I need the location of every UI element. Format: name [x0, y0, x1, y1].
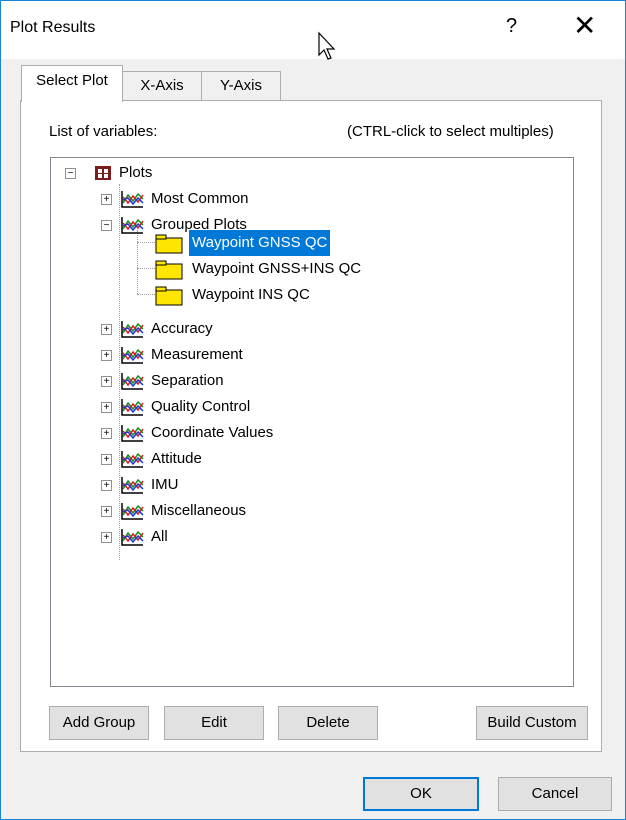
chart-group-icon — [121, 425, 144, 442]
tree-node-label: All — [151, 528, 168, 545]
chart-group-icon — [121, 347, 144, 364]
expand-icon[interactable]: + — [101, 376, 112, 387]
chart-group-icon — [121, 451, 144, 468]
expand-icon[interactable]: + — [101, 350, 112, 361]
variables-tree[interactable]: − Plots + Most Common − Grouped Plots + Accur… — [50, 157, 574, 687]
expand-icon[interactable]: + — [101, 402, 112, 413]
tree-node-label: Miscellaneous — [151, 502, 247, 519]
tab-select-plot[interactable]: Select Plot — [21, 65, 123, 102]
chart-group-icon — [121, 217, 144, 234]
tree-node-label: Separation — [151, 372, 224, 389]
tree-node-label: IMU — [151, 476, 179, 493]
folder-icon — [155, 286, 183, 306]
folder-icon — [155, 260, 183, 280]
expand-icon[interactable]: + — [101, 480, 112, 491]
list-of-variables-label: List of variables: — [49, 123, 158, 140]
cancel-button[interactable]: Cancel — [498, 777, 612, 811]
plots-root-icon — [95, 166, 111, 180]
tree-node-label: Attitude — [151, 450, 202, 467]
tree-node-label: Waypoint GNSS QC — [189, 230, 331, 256]
edit-button[interactable]: Edit — [164, 706, 264, 740]
delete-button[interactable]: Delete — [278, 706, 378, 740]
expand-icon[interactable]: + — [101, 532, 112, 543]
tree-node-label: Coordinate Values — [151, 424, 274, 441]
window-title: Plot Results — [10, 19, 96, 36]
expand-icon[interactable]: + — [101, 428, 112, 439]
add-group-button[interactable]: Add Group — [49, 706, 149, 740]
multi-select-hint: (CTRL-click to select multiples) — [347, 123, 554, 140]
tree-node-label: Measurement — [151, 346, 243, 363]
chart-group-icon — [121, 321, 144, 338]
collapse-icon[interactable]: − — [101, 220, 112, 231]
expand-icon[interactable]: + — [101, 194, 112, 205]
expand-icon[interactable]: + — [101, 324, 112, 335]
chart-group-icon — [121, 191, 144, 208]
folder-icon — [155, 234, 183, 254]
tab-y-axis[interactable]: Y-Axis — [201, 71, 281, 100]
tree-node-label: Accuracy — [151, 320, 213, 337]
plot-results-dialog: Plot Results ? ✕ Select Plot X-Axis Y-Ax… — [0, 0, 626, 820]
chart-group-icon — [121, 373, 144, 390]
build-custom-button[interactable]: Build Custom — [476, 706, 588, 740]
mouse-cursor-icon — [318, 31, 336, 60]
chart-group-icon — [121, 399, 144, 416]
tree-node-label: Plots — [119, 164, 153, 181]
expand-icon[interactable]: + — [101, 506, 112, 517]
tree-node-label: Waypoint GNSS+INS QC — [192, 260, 362, 277]
chart-group-icon — [121, 529, 144, 546]
chart-group-icon — [121, 477, 144, 494]
title-bar: Plot Results ? ✕ — [1, 1, 625, 60]
tree-node-label: Most Common — [151, 190, 249, 207]
chart-group-icon — [121, 503, 144, 520]
collapse-icon[interactable]: − — [65, 168, 76, 179]
expand-icon[interactable]: + — [101, 454, 112, 465]
tab-x-axis[interactable]: X-Axis — [120, 71, 204, 100]
tree-node-label: Quality Control — [151, 398, 251, 415]
ok-button[interactable]: OK — [363, 777, 479, 811]
close-button[interactable]: ✕ — [573, 9, 596, 42]
select-plot-panel: List of variables: (CTRL-click to select… — [20, 100, 602, 752]
help-button[interactable]: ? — [506, 15, 517, 38]
tree-node-label: Waypoint INS QC — [192, 286, 310, 303]
